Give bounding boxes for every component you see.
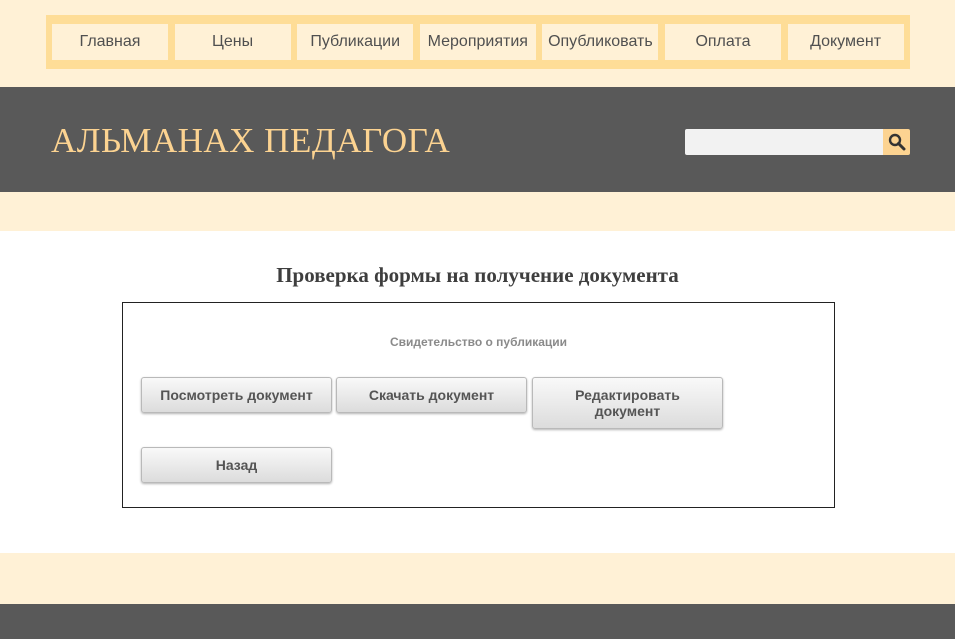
document-type-label: Свидетельство о публикации: [389, 335, 568, 349]
document-panel: Свидетельство о публикации Посмотреть до…: [122, 302, 835, 508]
download-document-button[interactable]: Скачать документ: [336, 377, 527, 413]
page-title: Проверка формы на получение документа: [276, 263, 679, 287]
view-document-button[interactable]: Посмотреть документ: [141, 377, 332, 413]
site-footer: [0, 604, 955, 639]
nav-item-document[interactable]: Документ: [787, 24, 904, 60]
back-button[interactable]: Назад: [141, 447, 332, 483]
sub-header-band: [0, 192, 955, 231]
nav-item-payment[interactable]: Оплата: [664, 24, 781, 60]
nav-item-publish[interactable]: Опубликовать: [542, 24, 659, 60]
edit-document-button[interactable]: Редактировать документ: [532, 377, 723, 429]
search-icon: [888, 133, 905, 151]
bottom-band: [0, 553, 955, 604]
top-band: Главная Цены Публикации Мероприятия Опуб…: [0, 0, 955, 87]
search-input[interactable]: [685, 129, 884, 155]
nav-item-prices[interactable]: Цены: [174, 24, 291, 60]
site-header: АЛЬМАНАХ ПЕДАГОГА: [0, 87, 955, 192]
search-button[interactable]: [883, 129, 910, 155]
nav-item-events[interactable]: Мероприятия: [419, 24, 536, 60]
nav-item-publications[interactable]: Публикации: [297, 24, 414, 60]
main-nav: Главная Цены Публикации Мероприятия Опуб…: [46, 15, 910, 69]
site-logo[interactable]: АЛЬМАНАХ ПЕДАГОГА: [51, 121, 450, 161]
nav-item-home[interactable]: Главная: [52, 24, 168, 60]
